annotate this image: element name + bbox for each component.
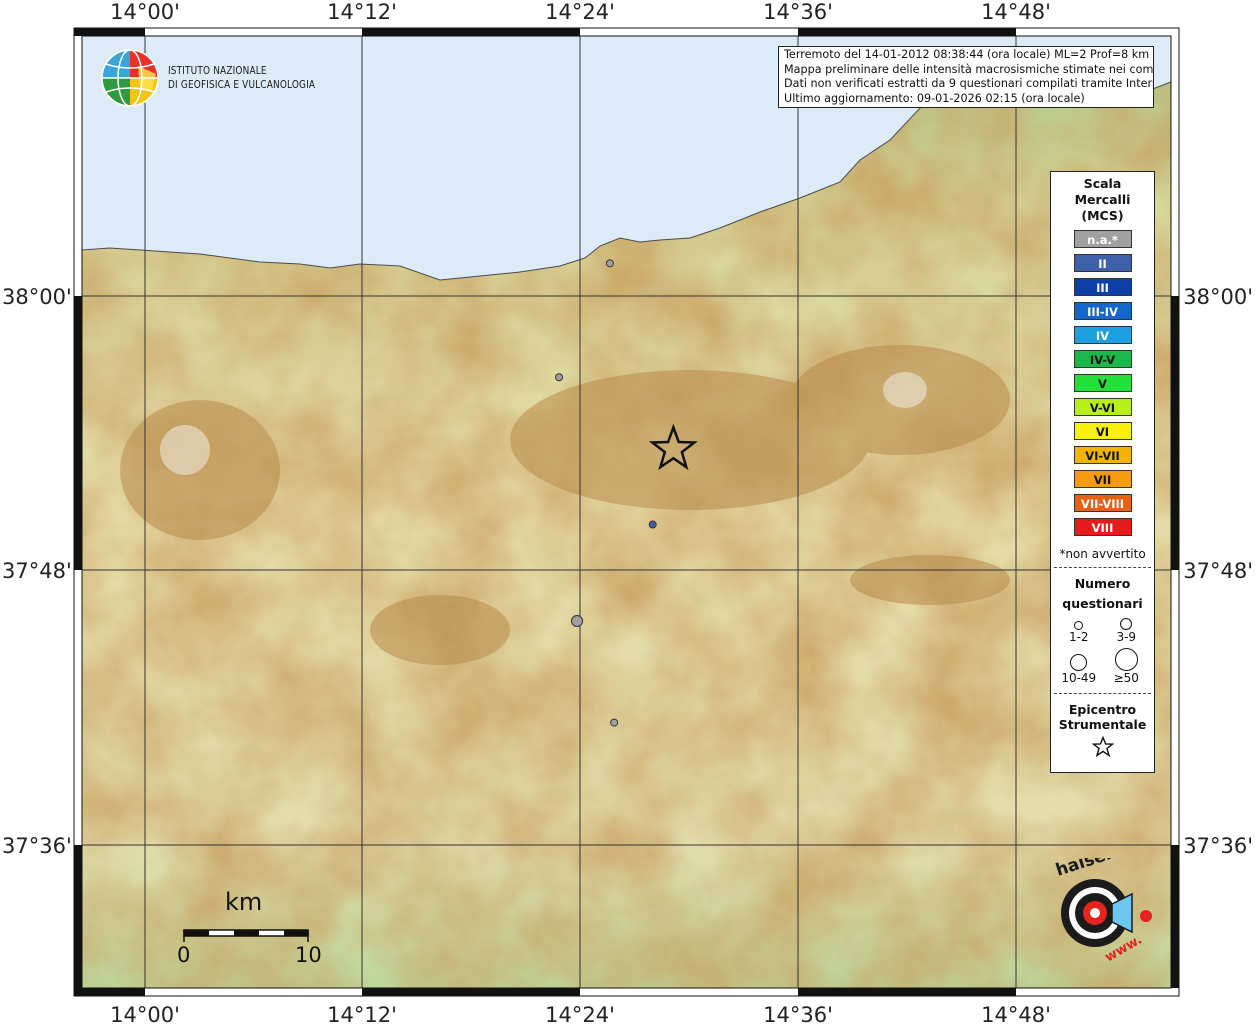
event-info-line2: Mappa preliminare delle intensità macros… <box>784 62 1154 76</box>
mcs-legend: Scala Mercalli (MCS) n.a.* II III III-IV IV I… <box>1050 171 1155 773</box>
star-icon <box>1091 735 1114 758</box>
hsi-logo-text: haisentitoilterremoto.it <box>1053 858 1160 881</box>
event-info-line3: Dati non verificati estratti da 9 questi… <box>784 77 1154 90</box>
intensity-point[interactable] <box>555 373 564 382</box>
intensity-swatch: III-IV <box>1073 302 1132 320</box>
lon-tick-bottom: 14°24' <box>545 1003 615 1027</box>
count-title: Numero questionari <box>1051 574 1154 614</box>
scale-end: 10 <box>295 943 322 967</box>
count-title-line2: questionari <box>1062 596 1143 611</box>
lat-tick-left: 37°36' <box>2 834 72 858</box>
ingv-globe-icon <box>101 49 159 107</box>
intensity-swatch: IV-V <box>1073 350 1132 368</box>
lat-tick-left: 38°00' <box>2 285 72 309</box>
intensity-swatch: n.a.* <box>1073 230 1132 248</box>
intensity-swatch: V <box>1073 374 1132 392</box>
hsi-logo: haisentitoilterremoto.it www. <box>1030 792 1255 973</box>
intensity-point[interactable] <box>571 615 584 628</box>
intensity-swatches: n.a.* II III III-IV IV IV-V V V-VI VI VI-VII VII VI… <box>1051 230 1154 536</box>
intensity-point[interactable] <box>605 259 614 268</box>
count-size-grid: 1-2 3-9 10-49 ≥50 <box>1055 618 1150 685</box>
size-circle-icon <box>1070 654 1088 671</box>
size-class-4: ≥50 <box>1103 648 1151 685</box>
ingv-name-line1: ISTITUTO NAZIONALE <box>168 65 267 77</box>
size-circle-icon <box>1074 621 1084 630</box>
size-circle-icon <box>1114 648 1138 671</box>
lon-tick-top: 14°36' <box>763 0 833 24</box>
legend-title-line2: Mercalli <box>1074 192 1131 207</box>
intensity-swatch: VI-VII <box>1073 446 1132 464</box>
intensity-point[interactable] <box>648 520 657 529</box>
lon-tick-top: 14°48' <box>981 0 1051 24</box>
intensity-swatch: II <box>1073 254 1132 272</box>
ingv-logo: ISTITUTO NAZIONALE DI GEOFISICA E VULCAN… <box>100 48 341 108</box>
legend-title-line1: Scala <box>1083 176 1122 191</box>
lon-tick-bottom: 14°00' <box>110 1003 180 1027</box>
size-class-label: 1-2 <box>1068 630 1089 644</box>
intensity-swatch: IV <box>1073 326 1132 344</box>
hsi-target-icon: haisentitoilterremoto.it www. <box>1053 792 1255 966</box>
legend-title-line3: (MCS) <box>1081 208 1124 223</box>
ingv-name-line2: DI GEOFISICA E VULCANOLOGIA <box>168 79 316 91</box>
event-info-box: Terremoto del 14-01-2012 08:38:44 (ora l… <box>778 46 1154 108</box>
scale-bar: km 0 10 <box>177 888 322 968</box>
epicenter-title: Epicentro Strumentale <box>1051 702 1154 732</box>
size-class-label: ≥50 <box>1113 671 1139 685</box>
intensity-swatch: VII-VIII <box>1073 494 1132 512</box>
intensity-point[interactable] <box>610 718 619 727</box>
lon-tick-top: 14°12' <box>327 0 397 24</box>
count-title-line1: Numero <box>1074 576 1131 591</box>
legend-divider <box>1054 693 1151 694</box>
intensity-swatch: III <box>1073 278 1132 296</box>
event-info-line4: Ultimo aggiornamento: 09-01-2026 02:15 (… <box>784 91 1085 105</box>
event-info-line1: Terremoto del 14-01-2012 08:38:44 (ora l… <box>784 48 1150 61</box>
lat-tick-right: 37°48' <box>1183 559 1253 583</box>
epicenter-title-line2: Strumentale <box>1058 717 1147 732</box>
size-class-2: 3-9 <box>1103 618 1151 644</box>
lat-tick-right: 37°36' <box>1183 834 1253 858</box>
ingv-name: ISTITUTO NAZIONALE DI GEOFISICA E VULCAN… <box>168 64 315 92</box>
lon-tick-bottom: 14°36' <box>763 1003 833 1027</box>
lon-tick-bottom: 14°48' <box>981 1003 1051 1027</box>
lon-tick-top: 14°00' <box>110 0 180 24</box>
lon-tick-top: 14°24' <box>545 0 615 24</box>
epicenter-title-line1: Epicentro <box>1068 702 1137 717</box>
legend-note: *non avvertito <box>1059 547 1146 561</box>
size-class-1: 1-2 <box>1055 618 1103 644</box>
scale-start: 0 <box>177 943 191 967</box>
intensity-swatch: VI <box>1073 422 1132 440</box>
size-class-3: 10-49 <box>1055 648 1103 685</box>
intensity-swatch: VIII <box>1073 518 1132 536</box>
intensity-swatch: VII <box>1073 470 1132 488</box>
intensity-swatch: V-VI <box>1073 398 1132 416</box>
legend-divider <box>1054 567 1151 568</box>
legend-title: Scala Mercalli (MCS) <box>1051 176 1154 224</box>
lon-tick-bottom: 14°12' <box>327 1003 397 1027</box>
lat-tick-left: 37°48' <box>2 559 72 583</box>
scale-unit: km <box>225 888 263 916</box>
size-class-label: 10-49 <box>1061 671 1097 685</box>
size-circle-icon <box>1120 618 1133 630</box>
lat-tick-right: 38°00' <box>1183 285 1253 309</box>
size-class-label: 3-9 <box>1116 630 1137 644</box>
